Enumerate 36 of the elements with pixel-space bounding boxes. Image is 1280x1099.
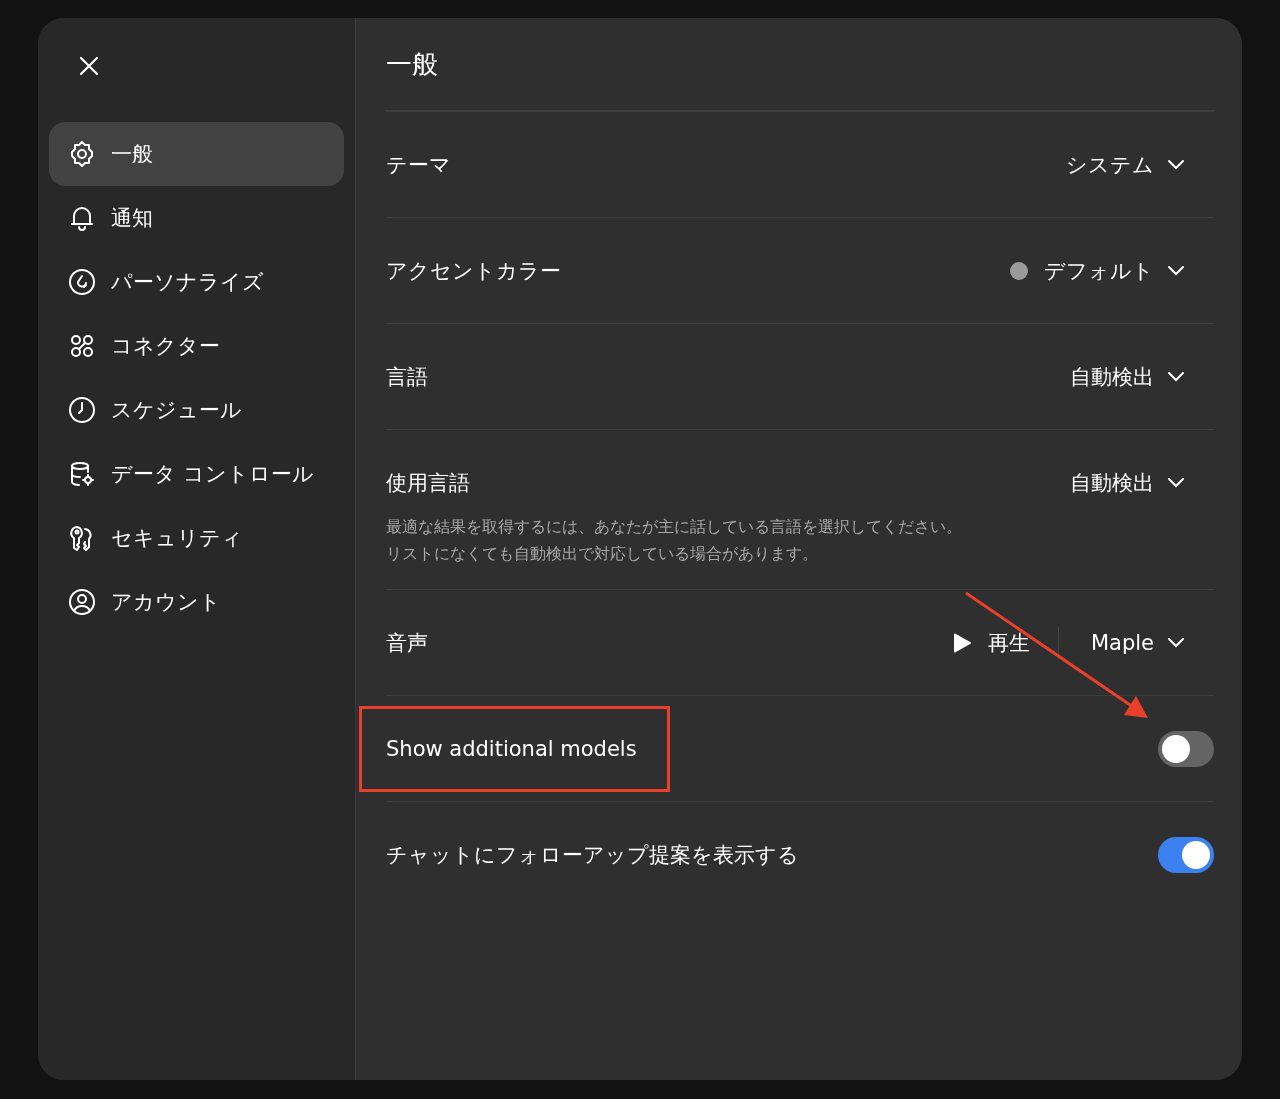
sidebar-item[interactable]: スケジュール <box>49 378 344 442</box>
sidebar-item[interactable]: パーソナライズ <box>49 250 344 314</box>
dropdown[interactable]: デフォルト <box>1010 256 1214 285</box>
setting-label: 音声 <box>386 630 428 655</box>
close-icon <box>77 54 101 78</box>
sidebar-item[interactable]: データ コントロール <box>49 442 344 506</box>
chevron-down-icon <box>1166 476 1186 489</box>
play-icon <box>951 632 972 653</box>
setting-description: 最適な結果を取得するには、あなたが主に話している言語を選択してください。 <box>386 516 962 538</box>
sidebar-item[interactable]: 一般 <box>49 122 344 186</box>
user-circle-icon <box>67 587 97 617</box>
setting-label: 使用言語 <box>386 470 470 495</box>
chevron-down-icon <box>1166 636 1186 649</box>
setting-label: 言語 <box>386 364 428 389</box>
play-button[interactable]: 再生 <box>951 628 1058 657</box>
face-circle-icon <box>67 267 97 297</box>
dropdown[interactable]: 自動検出 <box>1070 468 1214 497</box>
chevron-down-icon <box>1166 264 1186 277</box>
setting-description: リストになくても自動検出で対応している場合があります。 <box>386 543 818 565</box>
sidebar-item[interactable]: アカウント <box>49 570 344 634</box>
chevron-down-icon <box>1166 158 1186 171</box>
setting-label: アクセントカラー <box>386 258 561 283</box>
chevron-down-icon <box>1166 370 1186 383</box>
clock-icon <box>67 395 97 425</box>
dropdown[interactable]: 自動検出 <box>1070 362 1214 391</box>
dropdown[interactable]: システム <box>1066 150 1214 179</box>
toggle-switch[interactable] <box>1158 730 1214 767</box>
toggle-switch[interactable] <box>1158 836 1214 873</box>
sidebar-item[interactable]: コネクター <box>49 314 344 378</box>
setting-label: テーマ <box>386 152 451 177</box>
dropdown[interactable]: Maple <box>1090 630 1214 655</box>
sidebar-item[interactable]: セキュリティ <box>49 506 344 570</box>
setting-label: チャットにフォローアップ提案を表示する <box>386 842 799 867</box>
setting-label: Show additional models <box>386 736 637 761</box>
page-title: 一般 <box>386 18 1214 112</box>
sidebar-item[interactable]: 通知 <box>49 186 344 250</box>
